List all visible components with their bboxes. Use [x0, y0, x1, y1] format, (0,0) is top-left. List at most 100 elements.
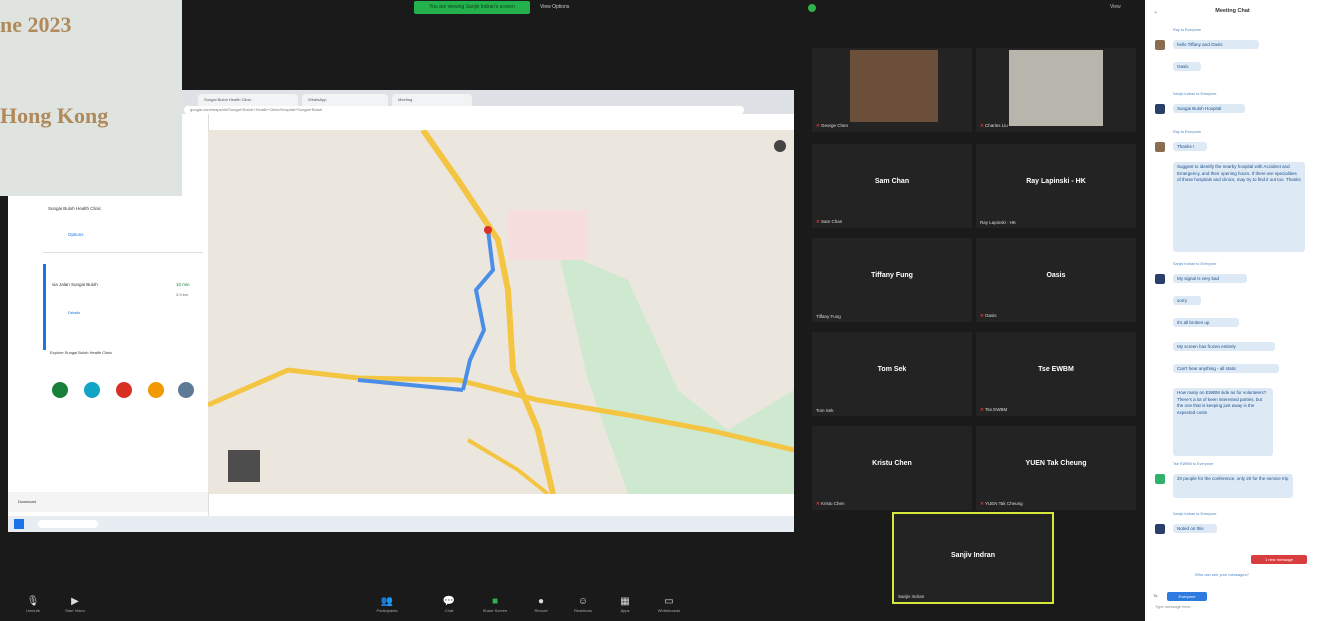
chat-message[interactable]: 20 people for the conference, only 20 fo… [1173, 474, 1293, 498]
details-link[interactable]: Details [68, 310, 80, 315]
whiteboard-icon: ▭ [664, 596, 674, 607]
chat-input[interactable]: Type message here... [1155, 604, 1305, 614]
attractions-icon[interactable] [116, 382, 132, 398]
route-distance: 3.9 km [176, 292, 189, 297]
start-icon[interactable] [14, 519, 24, 529]
participant-tile[interactable]: Tom Sek Tom Sek [812, 332, 972, 416]
more-icon[interactable] [178, 382, 194, 398]
chat-message[interactable]: it's all broken up [1173, 318, 1239, 327]
browser-tab[interactable]: WhatsApp [302, 94, 388, 106]
participants-icon: 👥 [380, 596, 394, 607]
recipient-dropdown[interactable]: Everyone [1167, 592, 1207, 601]
participant-label: Charles Liu [985, 123, 1008, 128]
chat-message[interactable]: Thanks ! [1173, 142, 1207, 151]
participant-name: Sanjiv Indran [951, 552, 995, 559]
avatar [1155, 524, 1165, 534]
route-title[interactable]: via Jalan Sungai Buloh [52, 282, 98, 287]
participant-tile[interactable]: ✕ Charles Liu [976, 48, 1136, 132]
video-feed [850, 50, 938, 122]
avatar [1155, 40, 1165, 50]
security-shield-icon[interactable] [808, 4, 816, 12]
participant-label: Tom Sek [816, 408, 834, 413]
chat-message[interactable]: Suggest to identify the nearby hospital … [1173, 162, 1305, 252]
caption-line-1: ne 2023 [0, 12, 72, 37]
screen-share-banner[interactable]: You are viewing Sanjiv Indran's screen [414, 1, 530, 14]
chat-button[interactable]: 💬 Chat [436, 596, 462, 618]
view-options-button[interactable]: View Options [540, 2, 592, 13]
video-feed [1009, 50, 1103, 126]
participant-tile[interactable]: YUEN Tak Cheung ✕ YUEN Tak Cheung [976, 426, 1136, 510]
windows-taskbar [8, 516, 794, 532]
reactions-button[interactable]: ☺ Reactions [570, 596, 596, 618]
chat-message[interactable]: sorry [1173, 296, 1201, 305]
browser-tab[interactable]: Meeting [392, 94, 472, 106]
message-meta: Ray to Everyone [1173, 28, 1202, 32]
participant-name: Tiffany Fung [871, 272, 913, 279]
taskbar-search[interactable] [38, 520, 98, 528]
active-speaker-tile[interactable]: Sanjiv Indran Sanjiv Indran [892, 512, 1054, 604]
restaurants-icon[interactable] [52, 382, 68, 398]
chat-message[interactable]: Oasis [1173, 62, 1201, 71]
avatar [1155, 104, 1165, 114]
divider [43, 252, 203, 253]
whiteboards-button[interactable]: ▭ Whiteboards [656, 596, 682, 618]
muted-mic-icon: ✕ [816, 123, 820, 128]
address-bar[interactable]: google.com/maps/dir/Sungai+Buloh+Health+… [184, 106, 744, 114]
start-video-button[interactable]: ▶ Start Video [62, 596, 88, 618]
muted-mic-icon: ✕ [980, 501, 984, 506]
participant-tile[interactable]: Tiffany Fung Tiffany Fung [812, 238, 972, 322]
participant-tile[interactable]: Tse EWBM ✕ Tse EWBM [976, 332, 1136, 416]
chat-message[interactable]: My screen has frozen entirely [1173, 342, 1275, 351]
chat-message[interactable]: Can't hear anything - all static [1173, 364, 1279, 373]
record-icon: ● [537, 596, 545, 607]
avatar [1155, 274, 1165, 284]
apps-icon: ▦ [620, 596, 630, 607]
transit-icon[interactable] [148, 382, 164, 398]
message-meta: Sanjiv Indran to Everyone [1173, 512, 1217, 516]
chat-message[interactable]: How many on EWBM side as for volunteers?… [1173, 388, 1273, 456]
options-button[interactable]: Options [68, 232, 84, 237]
participant-tile[interactable]: ✕ George Chen [812, 48, 972, 132]
participant-name: YUEN Tak Cheung [1025, 460, 1087, 467]
muted-mic-icon: ✕ [816, 501, 820, 506]
participant-label: Oasis [985, 313, 997, 318]
view-button[interactable]: View [1110, 4, 1140, 14]
participant-tile[interactable]: Sam Chan ✕ Sam Chan [812, 144, 972, 228]
participant-name: Ray Lapinski - HK [1026, 178, 1086, 185]
avatar [1155, 474, 1165, 484]
participant-tile[interactable]: Oasis ✕ Oasis [976, 238, 1136, 322]
participant-name: Sam Chan [874, 178, 910, 185]
chat-message[interactable]: hello Tiffany and Oasis [1173, 40, 1259, 49]
download-bar[interactable]: Download [8, 492, 208, 512]
participant-label: Tse EWBM [984, 407, 1008, 412]
participant-tile[interactable]: Kristu Chen ✕ Kristu Chen [812, 426, 972, 510]
chat-message[interactable]: Sungai Buloh Hospital [1173, 104, 1245, 113]
muted-mic-icon: ✕ [816, 219, 820, 224]
apps-button[interactable]: ▦ Apps [612, 596, 638, 618]
chat-message[interactable]: My signal is very bad [1173, 274, 1247, 283]
who-can-see-link[interactable]: Who can see your messages? [1195, 572, 1249, 577]
participant-tile[interactable]: Ray Lapinski - HK Ray Lapinski - HK [976, 144, 1136, 228]
map-canvas[interactable] [208, 130, 794, 494]
participant-name: Kristu Chen [872, 460, 912, 467]
route-selected-bar [43, 264, 46, 350]
record-button[interactable]: ● Record [528, 596, 554, 618]
browser-tabs: Sungai Buloh Health Clinic WhatsApp Meet… [198, 94, 558, 106]
share-screen-button[interactable]: ■ Share Screen [482, 596, 508, 618]
overlay-caption: ne 2023 Hong Kong [0, 0, 182, 196]
destination-marker [484, 226, 492, 234]
share-icon: ■ [491, 596, 499, 607]
participants-button[interactable]: 👥 Participants [374, 596, 400, 618]
to-label: To: [1153, 593, 1159, 598]
unread-message-badge[interactable]: 1 new message [1251, 555, 1307, 564]
unmute-button[interactable]: 🎙 Unmute [20, 596, 46, 618]
map-graphic [208, 130, 794, 494]
participant-name: Oasis [1046, 272, 1066, 279]
meeting-chat-panel: ⌄ Meeting Chat Ray to Everyone hello Tif… [1145, 0, 1320, 621]
browser-tab[interactable]: Sungai Buloh Health Clinic [198, 94, 298, 106]
participant-label: George Chen [821, 123, 849, 128]
participant-label: Sanjiv Indran [898, 594, 925, 599]
participant-label: Sam Chan [821, 219, 843, 224]
hotels-icon[interactable] [84, 382, 100, 398]
chat-message[interactable]: Noted on this [1173, 524, 1217, 533]
